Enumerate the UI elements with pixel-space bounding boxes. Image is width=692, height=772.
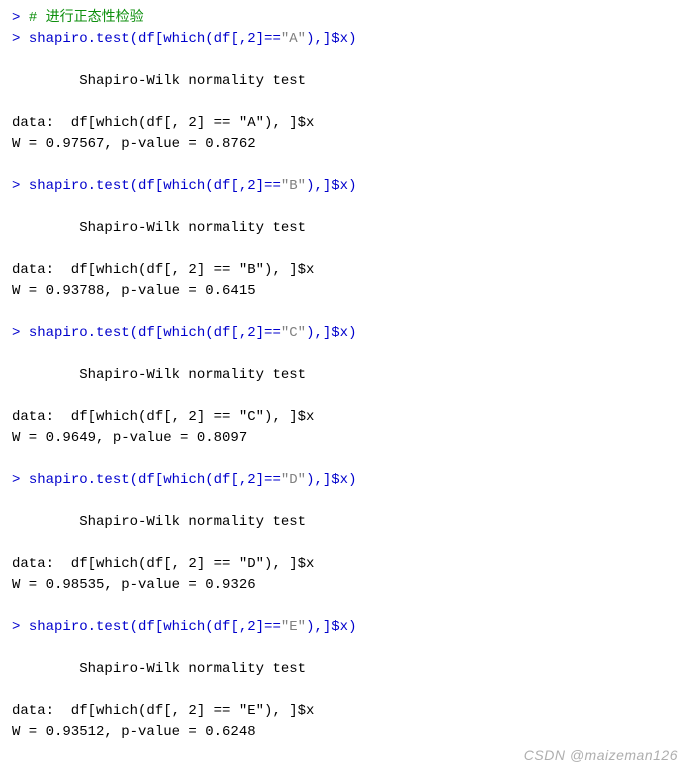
data-description-line: data: df[which(df[, 2] == "C"), ]$x: [12, 407, 680, 428]
comment-text: # 进行正态性检验: [29, 10, 144, 26]
prompt-symbol: >: [12, 178, 29, 194]
test-title-line: Shapiro-Wilk normality test: [12, 71, 680, 92]
string-literal: "A": [281, 31, 306, 47]
command-text: shapiro.test(df[which(df[,2]==: [29, 31, 281, 47]
console-input-line: > shapiro.test(df[which(df[,2]=="E"),]$x…: [12, 617, 680, 638]
prompt-symbol: >: [12, 619, 29, 635]
blank-line: [12, 386, 680, 407]
prompt-symbol: >: [12, 10, 29, 26]
command-text: ),]$x): [306, 472, 356, 488]
string-literal: "D": [281, 472, 306, 488]
statistics-line: W = 0.97567, p-value = 0.8762: [12, 134, 680, 155]
command-text: shapiro.test(df[which(df[,2]==: [29, 472, 281, 488]
blank-line: [12, 155, 680, 176]
shapiro-test-block: > shapiro.test(df[which(df[,2]=="E"),]$x…: [12, 617, 680, 764]
statistics-line: W = 0.98535, p-value = 0.9326: [12, 575, 680, 596]
data-description-line: data: df[which(df[, 2] == "B"), ]$x: [12, 260, 680, 281]
shapiro-test-block: > shapiro.test(df[which(df[,2]=="A"),]$x…: [12, 29, 680, 176]
watermark-text: CSDN @maizeman126: [524, 745, 678, 766]
command-text: ),]$x): [306, 325, 356, 341]
prompt-symbol: >: [12, 325, 29, 341]
command-text: ),]$x): [306, 31, 356, 47]
console-input-line: > shapiro.test(df[which(df[,2]=="B"),]$x…: [12, 176, 680, 197]
statistics-line: W = 0.93512, p-value = 0.6248: [12, 722, 680, 743]
shapiro-test-block: > shapiro.test(df[which(df[,2]=="C"),]$x…: [12, 323, 680, 470]
blank-line: [12, 92, 680, 113]
blank-line: [12, 449, 680, 470]
console-input-line: > shapiro.test(df[which(df[,2]=="D"),]$x…: [12, 470, 680, 491]
blank-line: [12, 344, 680, 365]
console-input-line: > shapiro.test(df[which(df[,2]=="A"),]$x…: [12, 29, 680, 50]
command-text: ),]$x): [306, 619, 356, 635]
shapiro-test-block: > shapiro.test(df[which(df[,2]=="B"),]$x…: [12, 176, 680, 323]
statistics-line: W = 0.9649, p-value = 0.8097: [12, 428, 680, 449]
data-description-line: data: df[which(df[, 2] == "E"), ]$x: [12, 701, 680, 722]
test-title-line: Shapiro-Wilk normality test: [12, 218, 680, 239]
prompt-symbol: >: [12, 31, 29, 47]
string-literal: "B": [281, 178, 306, 194]
console-input-line: > shapiro.test(df[which(df[,2]=="C"),]$x…: [12, 323, 680, 344]
blank-line: [12, 302, 680, 323]
test-title-line: Shapiro-Wilk normality test: [12, 365, 680, 386]
console-comment-line: > # 进行正态性检验: [12, 8, 680, 29]
blank-line: [12, 50, 680, 71]
test-title-line: Shapiro-Wilk normality test: [12, 659, 680, 680]
blank-line: [12, 239, 680, 260]
shapiro-test-block: > shapiro.test(df[which(df[,2]=="D"),]$x…: [12, 470, 680, 617]
blank-line: [12, 197, 680, 218]
blank-line: [12, 491, 680, 512]
prompt-symbol: >: [12, 472, 29, 488]
blank-line: [12, 638, 680, 659]
blank-line: [12, 596, 680, 617]
command-text: shapiro.test(df[which(df[,2]==: [29, 325, 281, 341]
command-text: shapiro.test(df[which(df[,2]==: [29, 178, 281, 194]
test-title-line: Shapiro-Wilk normality test: [12, 512, 680, 533]
blank-line: [12, 680, 680, 701]
console-output-container: > shapiro.test(df[which(df[,2]=="A"),]$x…: [12, 29, 680, 764]
command-text: ),]$x): [306, 178, 356, 194]
string-literal: "E": [281, 619, 306, 635]
command-text: shapiro.test(df[which(df[,2]==: [29, 619, 281, 635]
data-description-line: data: df[which(df[, 2] == "D"), ]$x: [12, 554, 680, 575]
data-description-line: data: df[which(df[, 2] == "A"), ]$x: [12, 113, 680, 134]
blank-line: [12, 533, 680, 554]
statistics-line: W = 0.93788, p-value = 0.6415: [12, 281, 680, 302]
string-literal: "C": [281, 325, 306, 341]
